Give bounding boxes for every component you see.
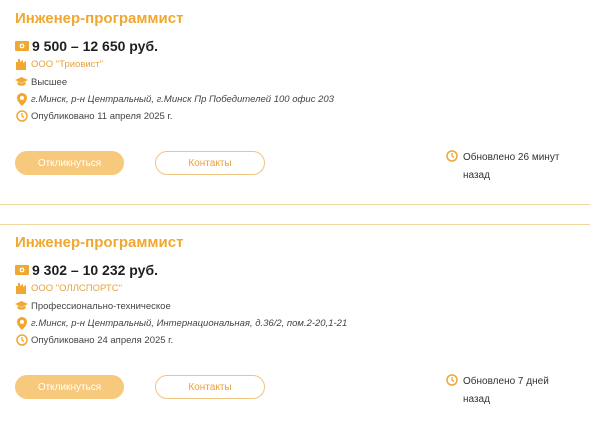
company-row: ООО "Триовист" bbox=[15, 57, 103, 71]
clock-icon bbox=[446, 374, 459, 387]
salary-value: 9 500 – 12 650 руб. bbox=[32, 38, 158, 54]
address-row: г.Минск, р-н Центральный, Интернациональ… bbox=[15, 316, 347, 330]
updated-text: Обновлено 26 минут назад bbox=[463, 152, 560, 181]
location-pin-icon bbox=[15, 316, 28, 330]
money-icon bbox=[15, 41, 29, 51]
vacancy-card: Инженер-программист 9 302 – 10 232 руб. … bbox=[0, 224, 590, 426]
apply-button[interactable]: Откликнуться bbox=[15, 151, 124, 175]
divider bbox=[0, 204, 590, 205]
published-text: Опубликовано 24 апреля 2025 г. bbox=[31, 334, 174, 346]
money-icon bbox=[15, 265, 29, 275]
address-text: г.Минск, р-н Центральный, г.Минск Пр Поб… bbox=[31, 93, 334, 105]
company-link[interactable]: ООО "ОЛЛСПОРТС" bbox=[31, 283, 122, 294]
company-link[interactable]: ООО "Триовист" bbox=[31, 59, 103, 70]
location-pin-icon bbox=[15, 92, 28, 106]
salary-value: 9 302 – 10 232 руб. bbox=[32, 262, 158, 278]
company-row: ООО "ОЛЛСПОРТС" bbox=[15, 281, 122, 295]
apply-button[interactable]: Откликнуться bbox=[15, 375, 124, 399]
education-text: Профессионально-техническое bbox=[31, 300, 171, 312]
factory-icon bbox=[15, 58, 28, 71]
education-row: Высшее bbox=[15, 75, 67, 89]
address-row: г.Минск, р-н Центральный, г.Минск Пр Поб… bbox=[15, 92, 334, 106]
factory-icon bbox=[15, 282, 28, 295]
address-text: г.Минск, р-н Центральный, Интернациональ… bbox=[31, 317, 348, 329]
vacancy-card: Инженер-программист 9 500 – 12 650 руб. … bbox=[0, 0, 590, 205]
contacts-button[interactable]: Контакты bbox=[155, 151, 265, 175]
clock-icon bbox=[446, 150, 459, 163]
education-text: Высшее bbox=[31, 76, 68, 88]
salary-row: 9 500 – 12 650 руб. bbox=[15, 37, 158, 55]
clock-icon bbox=[15, 334, 28, 347]
updated-info: Обновлено 26 минут назад bbox=[446, 149, 586, 185]
updated-text: Обновлено 7 дней назад bbox=[463, 376, 549, 405]
vacancy-title[interactable]: Инженер-программист bbox=[15, 10, 183, 27]
clock-icon bbox=[15, 110, 28, 123]
updated-info: Обновлено 7 дней назад bbox=[446, 373, 586, 409]
education-row: Профессионально-техническое bbox=[15, 299, 171, 313]
contacts-button[interactable]: Контакты bbox=[155, 375, 265, 399]
vacancy-title[interactable]: Инженер-программист bbox=[15, 234, 183, 251]
graduation-cap-icon bbox=[15, 300, 28, 313]
graduation-cap-icon bbox=[15, 76, 28, 89]
published-row: Опубликовано 24 апреля 2025 г. bbox=[15, 333, 173, 347]
published-text: Опубликовано 11 апреля 2025 г. bbox=[31, 110, 173, 122]
salary-row: 9 302 – 10 232 руб. bbox=[15, 261, 158, 279]
published-row: Опубликовано 11 апреля 2025 г. bbox=[15, 109, 172, 123]
